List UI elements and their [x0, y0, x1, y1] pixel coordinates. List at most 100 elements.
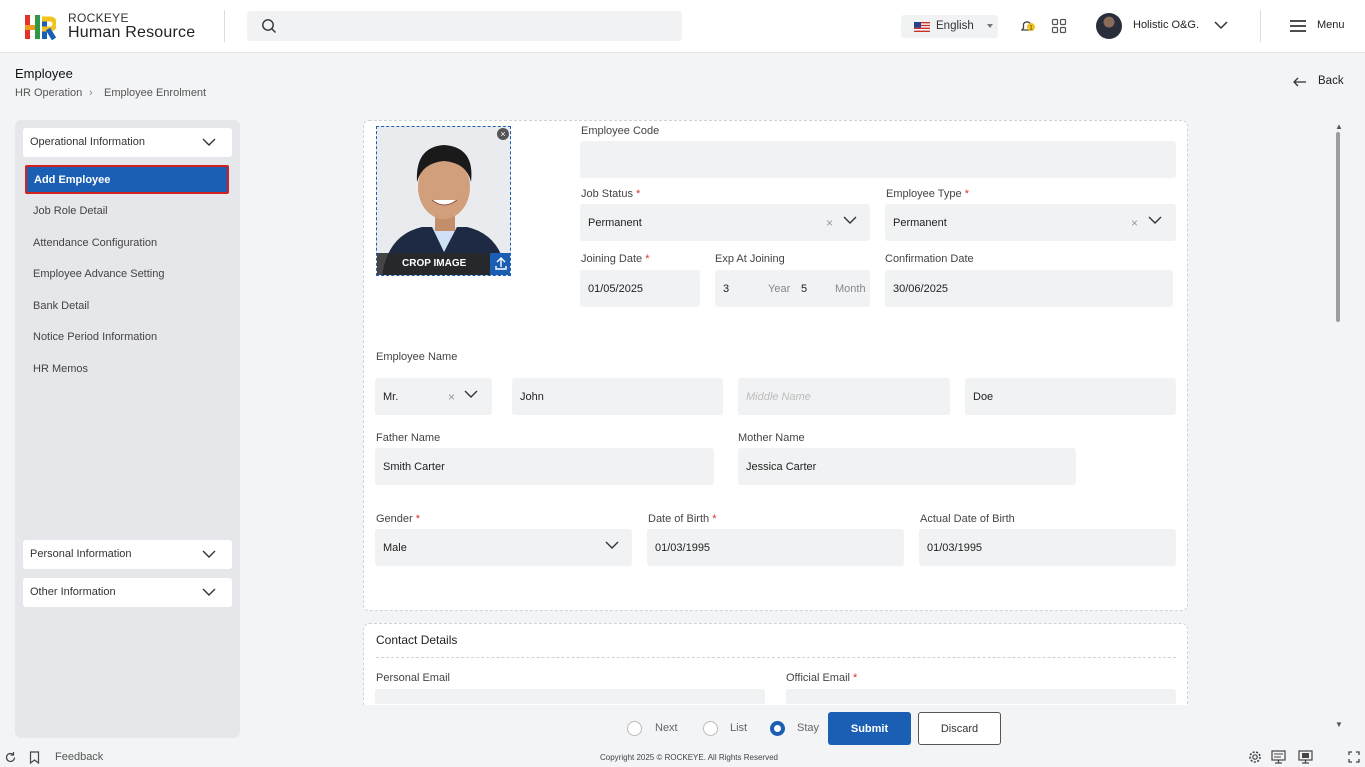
- employee-type-select[interactable]: Permanent ×: [885, 204, 1176, 241]
- back-arrow-icon[interactable]: [1292, 74, 1308, 90]
- father-name-input[interactable]: Smith Carter: [375, 448, 714, 485]
- employee-type-value: Permanent: [893, 217, 947, 229]
- gender-select[interactable]: Male: [375, 529, 632, 566]
- rockeye-logo[interactable]: [24, 13, 58, 41]
- feedback-link[interactable]: Feedback: [55, 751, 103, 763]
- sidebar-item-bank-detail[interactable]: Bank Detail: [33, 300, 89, 312]
- sidebar-item-job-role-detail[interactable]: Job Role Detail: [33, 205, 108, 217]
- dob-label: Date of Birth *: [648, 513, 717, 525]
- joining-date-input[interactable]: 01/05/2025: [580, 270, 700, 307]
- clear-icon[interactable]: ×: [1131, 216, 1138, 230]
- stay-radio[interactable]: [770, 721, 785, 736]
- mother-name-input[interactable]: Jessica Carter: [738, 448, 1076, 485]
- exp-month-value[interactable]: 5: [801, 283, 807, 295]
- fullscreen-icon[interactable]: [1348, 751, 1360, 766]
- job-status-value: Permanent: [588, 217, 642, 229]
- bookmark-icon[interactable]: [29, 751, 40, 767]
- user-name[interactable]: Holistic O&G.: [1133, 19, 1199, 31]
- sidebar-item-add-employee[interactable]: Add Employee: [25, 165, 229, 194]
- sidebar-item-label: Add Employee: [34, 174, 111, 186]
- mother-name-label: Mother Name: [738, 432, 805, 444]
- employee-code-input[interactable]: [580, 141, 1176, 178]
- divider: [376, 657, 1176, 658]
- section-label: Operational Information: [30, 136, 145, 148]
- exp-at-joining-input[interactable]: 3 Year 5 Month: [715, 270, 870, 307]
- sidebar-section-operational[interactable]: Operational Information: [23, 128, 232, 157]
- hamburger-menu-icon[interactable]: [1290, 19, 1306, 33]
- apps-grid-icon[interactable]: [1051, 18, 1067, 34]
- exp-month-unit: Month: [835, 283, 866, 295]
- section-label: Personal Information: [30, 548, 132, 560]
- avatar[interactable]: [1096, 13, 1122, 39]
- brand-name: Human Resource: [68, 24, 196, 41]
- confirmation-date-input[interactable]: 30/06/2025: [885, 270, 1173, 307]
- remote-desktop-icon[interactable]: [1298, 750, 1313, 767]
- dob-value: 01/03/1995: [655, 542, 711, 554]
- divider: [224, 10, 225, 42]
- sidebar-item-hr-memos[interactable]: HR Memos: [33, 363, 88, 375]
- dob-input[interactable]: 01/03/1995: [647, 529, 904, 566]
- clear-icon[interactable]: ×: [826, 216, 833, 230]
- official-email-input[interactable]: [786, 689, 1176, 704]
- next-label[interactable]: Next: [655, 722, 678, 734]
- chevron-down-icon: [202, 138, 216, 146]
- menu-button[interactable]: Menu: [1317, 19, 1345, 31]
- discard-button[interactable]: Discard: [918, 712, 1001, 745]
- language-label: English: [936, 20, 974, 32]
- chevron-down-icon: [605, 541, 619, 549]
- exp-year-value[interactable]: 3: [723, 283, 729, 295]
- sidebar-item-attendance-configuration[interactable]: Attendance Configuration: [33, 237, 157, 249]
- last-name-input[interactable]: Doe: [965, 378, 1176, 415]
- sidebar-item-notice-period[interactable]: Notice Period Information: [33, 331, 157, 343]
- list-radio[interactable]: [703, 721, 718, 736]
- actual-dob-input[interactable]: 01/03/1995: [919, 529, 1176, 566]
- action-bar: [243, 705, 1333, 748]
- list-label[interactable]: List: [730, 722, 747, 734]
- back-button[interactable]: Back: [1318, 75, 1344, 87]
- sidebar-section-personal[interactable]: Personal Information: [23, 540, 232, 569]
- contact-details-title: Contact Details: [376, 633, 458, 647]
- search-icon: [262, 19, 276, 33]
- crop-image-bar[interactable]: CROP IMAGE: [377, 253, 510, 275]
- scroll-down-icon[interactable]: ▼: [1335, 720, 1343, 729]
- employee-name-label: Employee Name: [376, 351, 458, 363]
- job-status-select[interactable]: Permanent ×: [580, 204, 870, 241]
- chevron-down-icon[interactable]: [1213, 19, 1229, 31]
- sidebar-item-employee-advance-setting[interactable]: Employee Advance Setting: [33, 268, 164, 280]
- employee-type-label: Employee Type *: [886, 188, 969, 200]
- monitor-icon[interactable]: [1271, 750, 1286, 767]
- salutation-select[interactable]: Mr. ×: [375, 378, 492, 415]
- breadcrumb-hr-operation[interactable]: HR Operation: [15, 87, 82, 99]
- scrollbar-thumb[interactable]: [1336, 132, 1340, 322]
- language-select[interactable]: English: [901, 15, 998, 38]
- sidebar-section-other[interactable]: Other Information: [23, 578, 232, 607]
- exp-at-joining-label: Exp At Joining: [715, 253, 785, 265]
- notification-bell-icon[interactable]: 1: [1018, 16, 1038, 36]
- gender-value: Male: [383, 542, 407, 554]
- sidebar: Operational Information Add Employee Job…: [15, 120, 240, 738]
- employee-code-label: Employee Code: [581, 125, 660, 137]
- chevron-down-icon: [843, 216, 857, 224]
- chevron-down-icon: [464, 390, 478, 398]
- clear-icon[interactable]: ×: [448, 390, 455, 404]
- brand-name-small: ROCKEYE: [68, 11, 129, 25]
- salutation-value: Mr.: [383, 391, 399, 403]
- submit-button[interactable]: Submit: [828, 712, 911, 745]
- middle-name-input[interactable]: Middle Name: [738, 378, 950, 415]
- remove-photo-icon[interactable]: ×: [497, 128, 509, 140]
- job-status-label: Job Status *: [581, 188, 641, 200]
- upload-icon[interactable]: [490, 253, 510, 275]
- employee-photo[interactable]: CROP IMAGE: [376, 126, 511, 276]
- refresh-icon[interactable]: [4, 751, 17, 767]
- stay-label[interactable]: Stay: [797, 722, 819, 734]
- settings-icon[interactable]: [1248, 750, 1262, 767]
- search-input[interactable]: [247, 11, 682, 41]
- first-name-input[interactable]: John: [512, 378, 723, 415]
- next-radio[interactable]: [627, 721, 642, 736]
- first-name-value: John: [520, 391, 544, 403]
- scroll-up-icon[interactable]: ▲: [1335, 122, 1343, 131]
- father-name-value: Smith Carter: [383, 461, 445, 473]
- chevron-down-icon: [1148, 216, 1162, 224]
- joining-date-label: Joining Date *: [581, 253, 650, 265]
- personal-email-input[interactable]: [375, 689, 765, 704]
